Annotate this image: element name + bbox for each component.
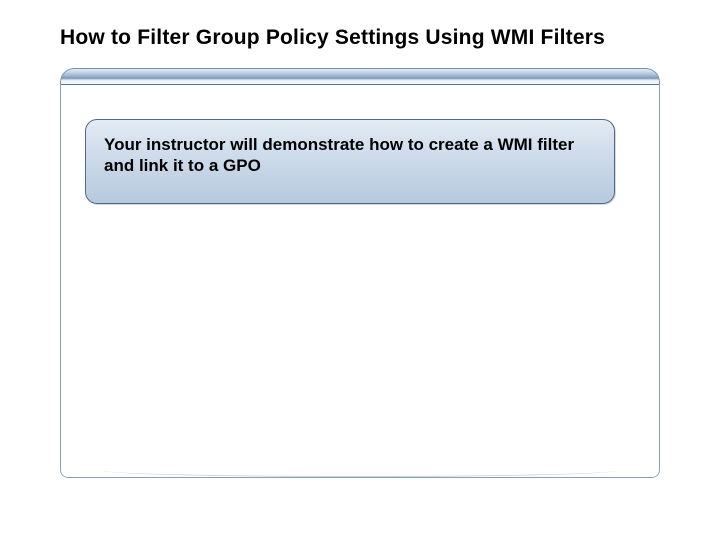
- frame-body: Your instructor will demonstrate how to …: [60, 84, 660, 478]
- frame-top-bar: [60, 68, 660, 84]
- callout-text: Your instructor will demonstrate how to …: [104, 134, 596, 177]
- content-frame: Your instructor will demonstrate how to …: [60, 68, 660, 478]
- slide-title: How to Filter Group Policy Settings Usin…: [60, 26, 660, 50]
- instructor-callout: Your instructor will demonstrate how to …: [85, 119, 615, 204]
- slide: How to Filter Group Policy Settings Usin…: [0, 0, 720, 540]
